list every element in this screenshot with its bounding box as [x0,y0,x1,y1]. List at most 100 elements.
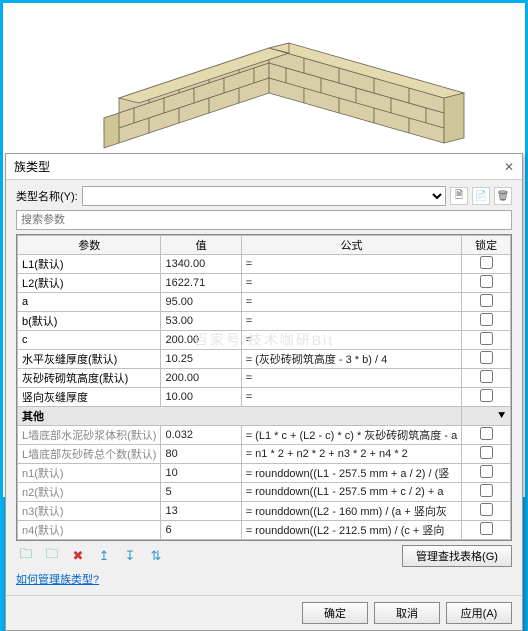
param-name-cell[interactable]: L1(默认) [18,255,161,274]
table-row[interactable]: L墙底部灰砂砖总个数(默认)80= n1 * 2 + n2 * 2 + n3 *… [18,445,511,464]
param-formula-cell[interactable]: = [241,312,462,331]
param-value-cell[interactable]: 6 [161,521,241,540]
parameter-grid[interactable]: 参数 值 公式 锁定 L1(默认)1340.00=L2(默认)1622.71=a… [16,234,512,541]
ok-button[interactable]: 确定 [302,602,368,624]
param-lock-cell[interactable] [462,331,511,350]
table-row[interactable]: a95.00= [18,293,511,312]
param-value-cell[interactable]: 200.00 [161,331,241,350]
lock-checkbox[interactable] [480,351,493,364]
param-name-cell[interactable]: a [18,293,161,312]
param-name-cell[interactable]: n1(默认) [18,464,161,483]
col-header-lock[interactable]: 锁定 [462,236,511,255]
table-row[interactable]: n2(默认)5= rounddown((L1 - 257.5 mm + c / … [18,483,511,502]
lock-checkbox[interactable] [480,256,493,269]
param-name-cell[interactable]: L墙底部灰砂砖总个数(默认) [18,445,161,464]
move-down-icon[interactable]: ↧ [120,546,140,566]
table-row[interactable]: L2(默认)1622.71= [18,274,511,293]
param-formula-cell[interactable]: = n1 * 2 + n2 * 2 + n3 * 2 + n4 * 2 [241,445,462,464]
param-formula-cell[interactable]: = (L1 * c + (L2 - c) * c) * 灰砂砖砌筑高度 - a [241,426,462,445]
table-row[interactable]: 水平灰缝厚度(默认)10.25= (灰砂砖砌筑高度 - 3 * b) / 4 [18,350,511,369]
param-formula-cell[interactable]: = (灰砂砖砌筑高度 - 3 * b) / 4 [241,350,462,369]
table-row[interactable]: c200.00= [18,331,511,350]
param-formula-cell[interactable]: = [241,274,462,293]
param-value-cell[interactable]: 13 [161,502,241,521]
add-param-icon[interactable]: 🗀 [16,546,36,566]
param-name-cell[interactable]: c [18,331,161,350]
param-value-cell[interactable]: 200.00 [161,369,241,388]
modify-param-icon[interactable]: 🗀 [42,546,62,566]
param-name-cell[interactable]: 灰砂砖砌筑高度(默认) [18,369,161,388]
param-value-cell[interactable]: 10.00 [161,388,241,407]
param-lock-cell[interactable] [462,502,511,521]
copy-type-icon[interactable]: 📄 [472,187,490,205]
param-formula-cell[interactable]: = [241,369,462,388]
param-value-cell[interactable]: 10.25 [161,350,241,369]
param-value-cell[interactable]: 5 [161,483,241,502]
param-name-cell[interactable]: L墙底部水泥砂浆体积(默认) [18,426,161,445]
lock-checkbox[interactable] [480,332,493,345]
param-lock-cell[interactable] [462,445,511,464]
param-formula-cell[interactable]: = [241,255,462,274]
lock-checkbox[interactable] [480,313,493,326]
param-lock-cell[interactable] [462,464,511,483]
rename-type-icon[interactable]: 🗑 [494,187,512,205]
lock-checkbox[interactable] [480,427,493,440]
table-row[interactable]: L墙底部水泥砂浆体积(默认)0.032= (L1 * c + (L2 - c) … [18,426,511,445]
param-lock-cell[interactable] [462,274,511,293]
table-row[interactable]: n4(默认)6= rounddown((L2 - 212.5 mm) / (c … [18,521,511,540]
lock-checkbox[interactable] [480,465,493,478]
model-viewport[interactable] [3,3,525,153]
param-name-cell[interactable]: n2(默认) [18,483,161,502]
col-header-param[interactable]: 参数 [18,236,161,255]
param-name-cell[interactable]: n3(默认) [18,502,161,521]
param-lock-cell[interactable] [462,293,511,312]
param-lock-cell[interactable] [462,426,511,445]
lock-checkbox[interactable] [480,446,493,459]
param-value-cell[interactable]: 1340.00 [161,255,241,274]
param-value-cell[interactable]: 1622.71 [161,274,241,293]
table-row[interactable]: b(默认)53.00= [18,312,511,331]
close-icon[interactable]: ✕ [504,160,514,174]
delete-param-icon[interactable]: ✖ [68,546,88,566]
table-row[interactable]: L1(默认)1340.00= [18,255,511,274]
move-up-icon[interactable]: ↥ [94,546,114,566]
param-lock-cell[interactable] [462,312,511,331]
param-lock-cell[interactable] [462,350,511,369]
table-row[interactable]: n3(默认)13= rounddown((L2 - 160 mm) / (a +… [18,502,511,521]
help-link[interactable]: 如何管理族类型? [16,567,512,587]
param-value-cell[interactable]: 53.00 [161,312,241,331]
param-lock-cell[interactable] [462,388,511,407]
lock-checkbox[interactable] [480,503,493,516]
param-lock-cell[interactable] [462,521,511,540]
param-value-cell[interactable]: 0.032 [161,426,241,445]
param-name-cell[interactable]: 水平灰缝厚度(默认) [18,350,161,369]
col-header-formula[interactable]: 公式 [241,236,462,255]
lock-checkbox[interactable] [480,389,493,402]
lock-checkbox[interactable] [480,370,493,383]
param-formula-cell[interactable]: = rounddown((L2 - 212.5 mm) / (c + 竖向 [241,521,462,540]
param-formula-cell[interactable]: = rounddown((L1 - 257.5 mm + c / 2) + a [241,483,462,502]
param-lock-cell[interactable] [462,483,511,502]
table-row[interactable]: 竖向灰缝厚度10.00= [18,388,511,407]
param-lock-cell[interactable] [462,369,511,388]
manage-lookup-button[interactable]: 管理查找表格(G) [402,545,512,567]
param-name-cell[interactable]: b(默认) [18,312,161,331]
param-name-cell[interactable]: L2(默认) [18,274,161,293]
param-formula-cell[interactable]: = rounddown((L2 - 160 mm) / (a + 竖向灰 [241,502,462,521]
lock-checkbox[interactable] [480,484,493,497]
typename-select[interactable] [82,186,446,206]
apply-button[interactable]: 应用(A) [446,602,512,624]
param-name-cell[interactable]: 竖向灰缝厚度 [18,388,161,407]
lock-checkbox[interactable] [480,294,493,307]
param-formula-cell[interactable]: = [241,331,462,350]
cancel-button[interactable]: 取消 [374,602,440,624]
lock-checkbox[interactable] [480,275,493,288]
param-formula-cell[interactable]: = [241,293,462,312]
new-type-icon[interactable]: 🗎 [450,187,468,205]
param-formula-cell[interactable]: = rounddown((L1 - 257.5 mm + a / 2) / (竖 [241,464,462,483]
param-formula-cell[interactable]: = [241,388,462,407]
col-header-value[interactable]: 值 [161,236,241,255]
lock-checkbox[interactable] [480,522,493,535]
sort-icon[interactable]: ⇅ [146,546,166,566]
param-name-cell[interactable]: n4(默认) [18,521,161,540]
